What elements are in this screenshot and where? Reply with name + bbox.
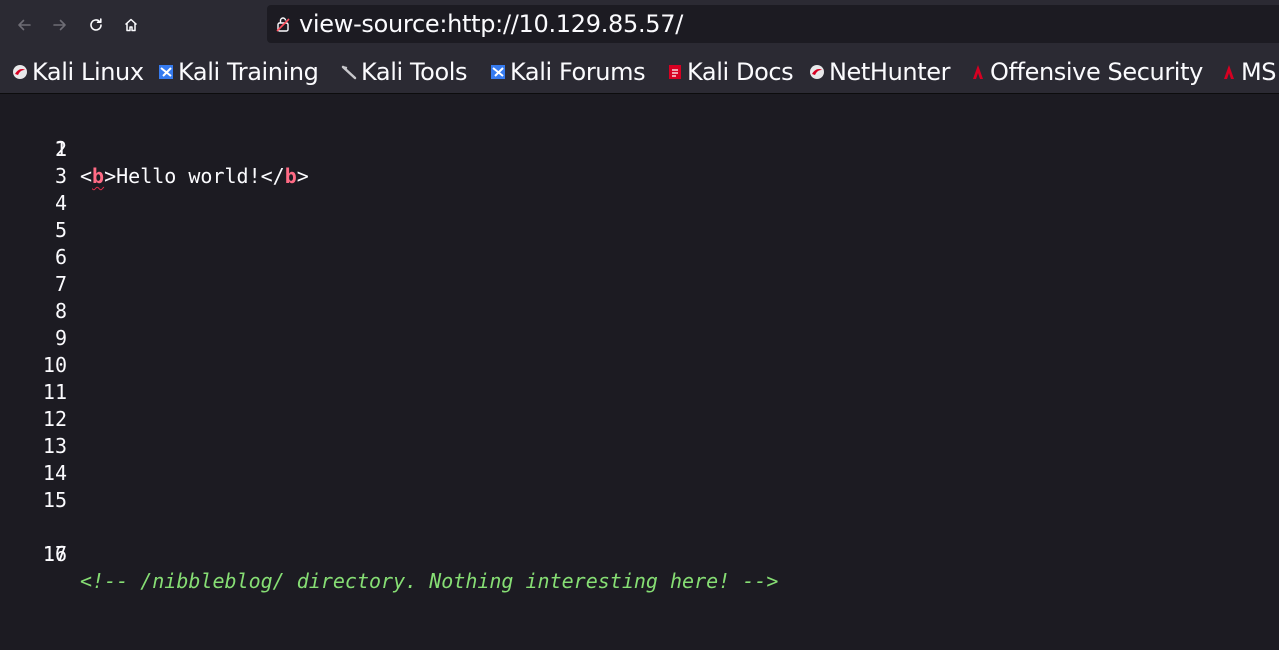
source-line: 2 — [0, 136, 1279, 163]
bookmark-label: Kali Docs — [687, 58, 794, 86]
line-number: 11 — [42, 380, 67, 404]
insecure-lock-icon[interactable] — [276, 16, 290, 32]
offsec-icon — [973, 65, 983, 79]
source-line: 11 — [0, 379, 1279, 406]
bookmark-label: Kali Tools — [361, 58, 468, 86]
line-number: 13 — [42, 434, 67, 458]
offsec-icon — [1224, 65, 1234, 79]
line-number: 17 — [42, 542, 67, 566]
bookmark-label: Offensive Security — [990, 58, 1203, 86]
source-line: 7 — [0, 271, 1279, 298]
line-number: 7 — [54, 272, 67, 296]
source-line: 15 — [0, 487, 1279, 514]
source-line: 16 <!-- /nibbleblog/ directory. Nothing … — [0, 514, 1279, 593]
line-number: 9 — [54, 326, 67, 350]
bookmark-kali-forums[interactable]: Kali Forums — [490, 56, 646, 88]
source-line: 5 — [0, 217, 1279, 244]
html-comment: <!-- /nibbleblog/ directory. Nothing int… — [80, 569, 779, 593]
home-icon — [124, 18, 138, 32]
kali-docs-icon — [669, 65, 681, 79]
line-number: 3 — [54, 164, 67, 188]
kali-dragon-icon — [13, 65, 27, 79]
bookmark-kali-docs[interactable]: Kali Docs — [667, 56, 794, 88]
home-button[interactable] — [118, 12, 144, 38]
bookmark-kali-linux[interactable]: Kali Linux — [12, 56, 144, 88]
line-number: 12 — [42, 407, 67, 431]
bookmark-kali-training[interactable]: Kali Training — [158, 56, 319, 88]
bookmark-kali-tools[interactable]: Kali Tools — [341, 56, 468, 88]
source-line: 17 — [0, 541, 1279, 568]
line-number: 6 — [54, 245, 67, 269]
bookmark-label: Kali Linux — [32, 58, 144, 86]
line-number: 2 — [54, 137, 67, 161]
source-line: 3 — [0, 163, 1279, 190]
bookmark-label: Kali Training — [178, 58, 319, 86]
line-number: 15 — [42, 488, 67, 512]
bookmarks-toolbar: Kali Linux Kali Training Kali Tools Kali… — [0, 50, 1279, 94]
line-number: 10 — [42, 353, 67, 377]
line-number: 14 — [42, 461, 67, 485]
line-number: 5 — [54, 218, 67, 242]
kali-training-icon — [159, 65, 173, 79]
source-line: 6 — [0, 244, 1279, 271]
forward-button[interactable] — [47, 12, 73, 38]
view-source-content: 1 <b>Hello world!</b> 2 3 4 5 6 7 8 9 10… — [0, 94, 1279, 650]
nethunter-icon — [810, 65, 824, 79]
bookmark-offensive-security[interactable]: Offensive Security — [970, 56, 1203, 88]
reload-button[interactable] — [83, 12, 109, 38]
url-input[interactable] — [299, 5, 1259, 43]
source-line: 9 — [0, 325, 1279, 352]
source-line: 12 — [0, 406, 1279, 433]
browser-toolbar — [0, 0, 1279, 50]
bookmark-nethunter[interactable]: NetHunter — [809, 56, 950, 88]
source-line: 10 — [0, 352, 1279, 379]
reload-icon — [90, 18, 102, 31]
kali-forums-icon — [491, 65, 505, 79]
source-line: 1 <b>Hello world!</b> — [0, 109, 1279, 188]
source-line: 4 — [0, 190, 1279, 217]
bookmark-label: NetHunter — [829, 58, 951, 86]
address-bar[interactable] — [267, 5, 1279, 43]
source-line: 8 — [0, 298, 1279, 325]
source-line: 13 — [0, 433, 1279, 460]
source-line: 14 — [0, 460, 1279, 487]
bookmark-label: MS — [1241, 58, 1277, 86]
bookmark-label: Kali Forums — [510, 58, 646, 86]
arrow-right-icon — [53, 19, 66, 31]
line-number: 4 — [54, 191, 67, 215]
bookmark-ms[interactable]: MS — [1221, 56, 1277, 88]
line-number: 8 — [54, 299, 67, 323]
kali-tools-icon — [341, 65, 357, 80]
back-button[interactable] — [11, 12, 37, 38]
arrow-left-icon — [18, 19, 31, 31]
